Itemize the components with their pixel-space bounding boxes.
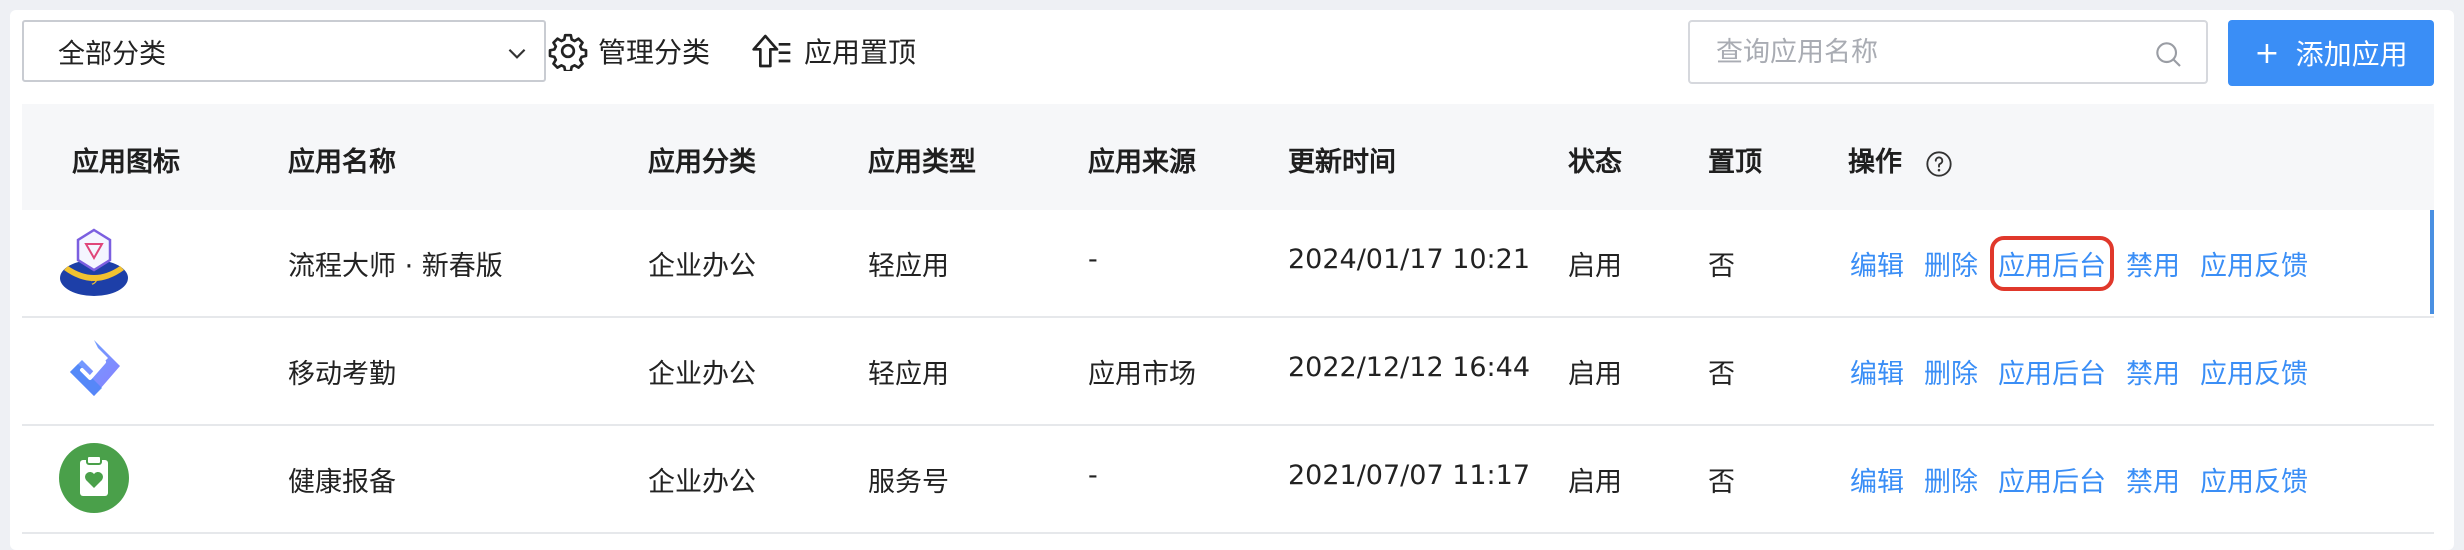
table-row: 健康报备 企业办公 服务号 - 2021/07/07 11:17 启用 否 编辑… [22,426,2434,534]
table-row: ッ 流程大师 · 新春版 企业办公 轻应用 - 2024/01/17 10:21… [22,210,2434,318]
header-ops-label: 操作 [1848,147,1902,178]
header-category: 应用分类 [648,147,756,178]
app-status: 启用 [1568,251,1622,282]
add-app-button[interactable]: + 添加应用 [2228,20,2434,86]
disable-link[interactable]: 禁用 [2126,460,2180,499]
app-type: 服务号 [868,467,949,498]
edit-link[interactable]: 编辑 [1850,460,1904,499]
header-name: 应用名称 [288,147,396,178]
header-source: 应用来源 [1088,147,1196,178]
feedback-link[interactable]: 应用反馈 [2200,460,2308,499]
gear-icon [548,33,588,71]
attendance-icon [70,340,120,396]
pin-app-label: 应用置顶 [804,36,917,69]
row-actions: 编辑 删除 应用后台 禁用 应用反馈 [1850,352,2328,391]
app-status: 启用 [1568,359,1622,390]
app-pinned: 否 [1708,467,1735,498]
pin-top-icon [752,34,791,68]
delete-link[interactable]: 删除 [1924,460,1978,499]
pin-app-button[interactable]: 应用置顶 [750,26,916,76]
add-app-label: 添加应用 [2295,38,2408,71]
app-backend-link[interactable]: 应用后台 [1998,460,2106,499]
table-header: 应用图标 应用名称 应用分类 应用类型 应用来源 更新时间 状态 置顶 操作 [22,104,2434,210]
header-type: 应用类型 [868,147,976,178]
header-icon: 应用图标 [72,147,180,178]
header-status: 状态 [1568,147,1622,178]
row-actions: 编辑 删除 应用后台 禁用 应用反馈 [1850,236,2328,291]
header-updated: 更新时间 [1288,147,1396,178]
manage-category-button[interactable]: 管理分类 [548,26,710,76]
table-row: 移动考勤 企业办公 轻应用 应用市场 2022/12/12 16:44 启用 否… [22,318,2434,426]
app-source: 应用市场 [1088,359,1196,390]
app-source: - [1088,244,1098,275]
manage-category-label: 管理分类 [598,36,711,69]
app-backend-link[interactable]: 应用后台 [1990,236,2114,291]
app-type: 轻应用 [868,359,949,390]
app-updated: 2024/01/17 10:21 [1288,244,1531,275]
edit-link[interactable]: 编辑 [1850,352,1904,391]
app-name: 移动考勤 [288,359,396,390]
category-select-value: 全部分类 [58,38,166,70]
health-report-icon [59,443,129,513]
help-icon[interactable] [1925,150,1953,178]
feedback-link[interactable]: 应用反馈 [2200,244,2308,283]
app-updated: 2022/12/12 16:44 [1288,352,1531,383]
svg-text:ッ: ッ [89,276,99,287]
app-category: 企业办公 [648,359,756,390]
app-pinned: 否 [1708,251,1735,282]
edit-link[interactable]: 编辑 [1850,244,1904,283]
row-actions: 编辑 删除 应用后台 禁用 应用反馈 [1850,460,2328,499]
feedback-link[interactable]: 应用反馈 [2200,352,2308,391]
category-select[interactable]: 全部分类 [22,20,546,82]
header-pinned: 置顶 [1708,147,1762,178]
disable-link[interactable]: 禁用 [2126,352,2180,391]
plus-icon: + [2254,35,2280,71]
app-name: 流程大师 · 新春版 [288,251,503,282]
delete-link[interactable]: 删除 [1924,352,1978,391]
delete-link[interactable]: 删除 [1924,244,1978,283]
header-ops: 操作 [1848,140,1953,179]
scrollbar-indicator[interactable] [2430,210,2434,314]
app-category: 企业办公 [648,251,756,282]
search-box [1688,20,2208,84]
app-category: 企业办公 [648,467,756,498]
disable-link[interactable]: 禁用 [2126,244,2180,283]
search-icon[interactable] [2152,38,2184,70]
app-source: - [1088,460,1098,491]
app-name: 健康报备 [288,467,396,498]
app-type: 轻应用 [868,251,949,282]
search-input[interactable] [1714,35,2138,69]
app-backend-link[interactable]: 应用后台 [1998,352,2106,391]
flow-master-icon: ッ [60,228,128,296]
app-status: 启用 [1568,467,1622,498]
app-updated: 2021/07/07 11:17 [1288,460,1531,491]
chevron-down-icon [508,48,526,59]
app-pinned: 否 [1708,359,1735,390]
